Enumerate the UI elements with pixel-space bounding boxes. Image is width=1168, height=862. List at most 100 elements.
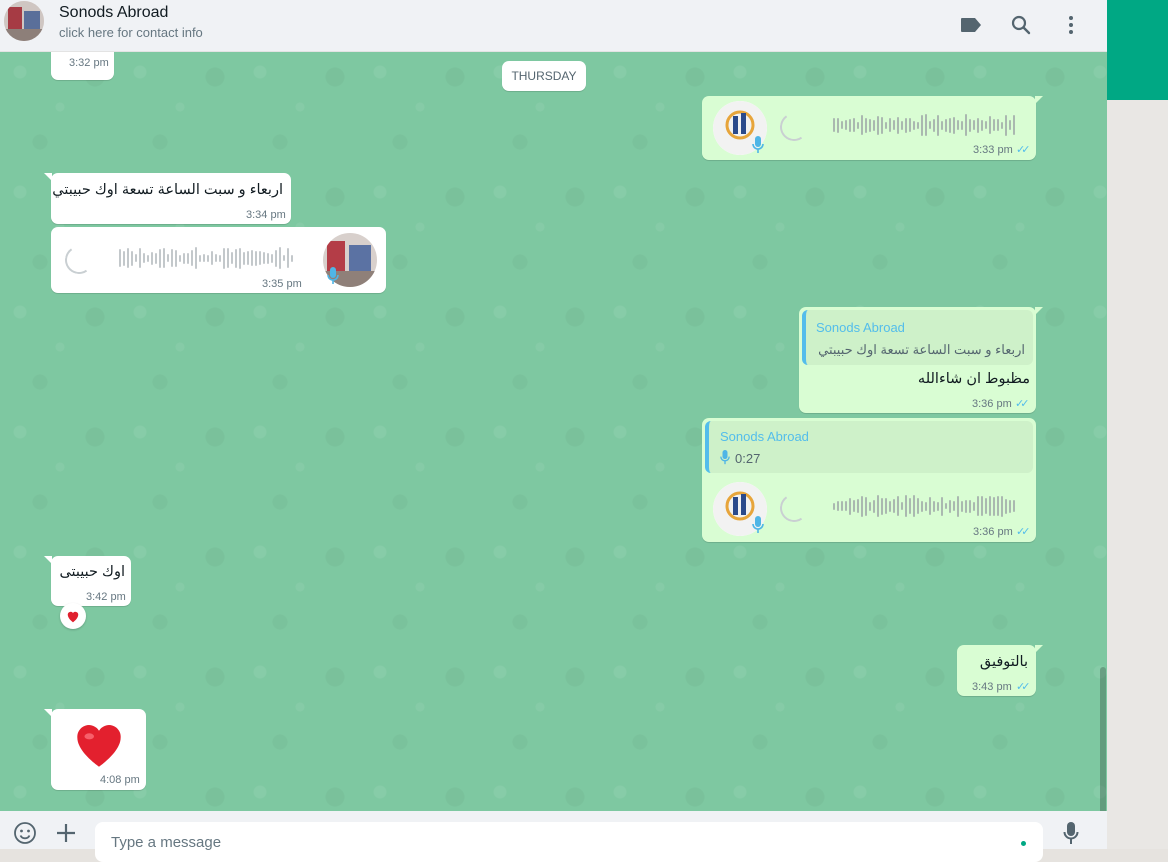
waveform-bar [231, 252, 233, 264]
heart-reaction[interactable] [60, 603, 86, 629]
emoji-message-incoming[interactable]: 4:08 pm [44, 709, 146, 790]
waveform-bar [279, 247, 281, 269]
message-bubble-outgoing[interactable]: بالتوفيق 3:43 pm ✓✓ [957, 645, 1043, 696]
waveform-bar [833, 118, 835, 132]
waveform-bar [937, 501, 939, 511]
quoted-voice-message[interactable]: Sonods Abroad 0:27 [705, 421, 1033, 473]
waveform-bar [865, 117, 867, 133]
waveform-bar [973, 501, 975, 511]
waveform-bar [1009, 499, 1011, 513]
read-receipt-icon: ✓✓ [1016, 526, 1031, 538]
waveform-bar [291, 254, 293, 262]
waveform-bar [889, 500, 891, 512]
waveform-bar [969, 499, 971, 513]
quoted-message[interactable]: Sonods Abroad اربعاء و سبت الساعة تسعة ا… [802, 310, 1033, 365]
input-status-dot [1021, 841, 1026, 846]
mic-icon [327, 267, 339, 285]
attach-icon[interactable] [53, 820, 79, 846]
chat-scrollbar[interactable] [1100, 667, 1106, 811]
message-bubble-incoming[interactable]: 3:32 pm [51, 52, 114, 80]
waveform-bar [191, 250, 193, 266]
waveform-bar [123, 250, 125, 266]
waveform-bar [1013, 115, 1015, 135]
waveform-bar [159, 248, 161, 268]
waveform-bar [925, 114, 927, 136]
waveform-bar [283, 255, 285, 261]
emoji-icon[interactable] [12, 820, 38, 846]
waveform-bar [921, 500, 923, 512]
waveform-bar [183, 252, 185, 264]
waveform-bar [933, 500, 935, 512]
message-time: 3:34 pm [246, 209, 286, 221]
voice-message-outgoing[interactable]: 3:33 pm ✓✓ [702, 96, 1043, 160]
mic-icon [752, 136, 764, 154]
waveform-bar [1001, 495, 1003, 517]
reply-message-outgoing[interactable]: Sonods Abroad اربعاء و سبت الساعة تسعة ا… [799, 307, 1043, 413]
voice-message-incoming[interactable]: 3:35 pm [51, 227, 386, 293]
waveform-bar [905, 495, 907, 517]
label-icon[interactable] [958, 12, 984, 38]
waveform-bar [163, 248, 165, 268]
search-icon[interactable] [1008, 12, 1034, 38]
waveform-bar [1005, 498, 1007, 514]
waveform-bar [171, 249, 173, 267]
message-time: 3:36 pm [972, 398, 1012, 410]
waveform-bar [929, 121, 931, 129]
waveform-bar [203, 254, 205, 262]
waveform-bar [905, 117, 907, 133]
message-text: اربعاء و سبت الساعة تسعة اوك حبيبتي [52, 182, 283, 198]
waveform-bar [175, 249, 177, 267]
waveform-bar [901, 502, 903, 510]
waveform-bar [953, 501, 955, 511]
side-accent-bar [1107, 0, 1168, 100]
waveform-bar [989, 496, 991, 516]
waveform-bar [949, 117, 951, 133]
waveform-bar [155, 252, 157, 264]
waveform-bar [885, 498, 887, 514]
waveform-bar [857, 121, 859, 129]
waveform-bar [287, 248, 289, 268]
waveform-bar [893, 499, 895, 513]
waveform-bar [833, 502, 835, 510]
waveform-bar [997, 119, 999, 131]
waveform-bar [857, 499, 859, 513]
message-time: 4:08 pm [100, 774, 140, 786]
read-receipt-icon: ✓✓ [1015, 398, 1030, 410]
read-receipt-icon: ✓✓ [1016, 681, 1031, 693]
waveform-bar [845, 501, 847, 511]
voice-waveform[interactable] [833, 493, 1015, 519]
waveform-bar [953, 116, 955, 134]
waveform-bar [873, 499, 875, 513]
waveform-bar [219, 254, 221, 262]
waveform-bar [877, 495, 879, 517]
voice-reply-outgoing[interactable]: Sonods Abroad 0:27 3:36 pm ✓✓ [702, 418, 1036, 542]
waveform-bar [933, 118, 935, 132]
message-time: 3:32 pm [69, 57, 109, 69]
waveform-bar [937, 114, 939, 136]
waveform-bar [977, 117, 979, 133]
message-bubble-incoming[interactable]: اوك حبيبتى 3:42 pm [44, 556, 131, 606]
waveform-bar [845, 120, 847, 130]
waveform-bar [1013, 500, 1015, 512]
message-input[interactable] [95, 822, 1043, 862]
menu-icon[interactable] [1058, 12, 1084, 38]
waveform-bar [881, 497, 883, 515]
voice-waveform[interactable] [833, 112, 1015, 138]
waveform-bar [837, 501, 839, 511]
waveform-bar [977, 496, 979, 516]
contact-info-hint[interactable]: click here for contact info [59, 25, 203, 40]
waveform-bar [965, 114, 967, 136]
contact-name[interactable]: Sonods Abroad [59, 4, 168, 22]
waveform-bar [993, 119, 995, 131]
waveform-bar [877, 115, 879, 135]
message-bubble-incoming[interactable]: اربعاء و سبت الساعة تسعة اوك حبيبتي 3:34… [44, 173, 291, 224]
waveform-bar [849, 118, 851, 132]
voice-waveform[interactable] [119, 245, 293, 271]
waveform-bar [243, 251, 245, 265]
chat-header[interactable]: Sonods Abroad click here for contact inf… [0, 0, 1107, 52]
waveform-bar [917, 498, 919, 514]
contact-avatar[interactable] [4, 1, 44, 41]
mic-icon[interactable] [1058, 820, 1084, 846]
waveform-bar [973, 120, 975, 130]
waveform-bar [861, 495, 863, 517]
